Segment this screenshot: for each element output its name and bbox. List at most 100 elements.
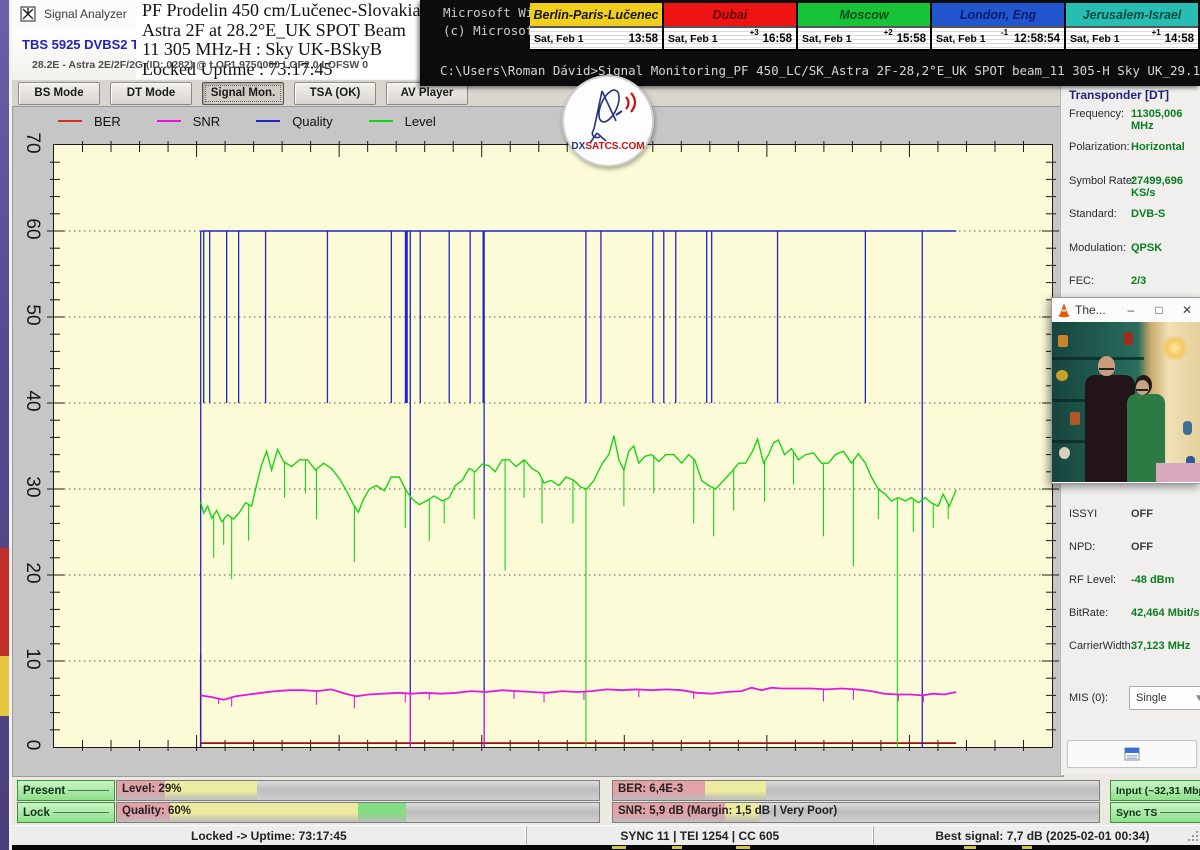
status-bar: Locked -> Uptime: 73:17:45SYNC 11 | TEI … [12, 825, 1200, 846]
svg-text:DXSATCS.COM: DXSATCS.COM [571, 141, 644, 152]
series-snr [201, 688, 957, 747]
disk-icon [1124, 747, 1140, 761]
vlc-video-frame[interactable] [1052, 322, 1200, 482]
background-red-fragment [0, 548, 9, 656]
clock-time-row: Sat, Feb 115:58+2 [798, 28, 930, 49]
chart-area: BERSNRQualityLevel 010203040506070 [12, 106, 1064, 777]
vlc-minimize-button[interactable]: – [1117, 303, 1145, 317]
satellite-dish-icon [590, 87, 623, 143]
series-level [201, 436, 957, 747]
panel-label-fec: FEC: [1069, 275, 1094, 287]
clock-time: 15:58+2 [897, 33, 926, 45]
legend-item-snr: SNR [157, 114, 220, 129]
clock-moscow: MoscowSat, Feb 115:58+2 [798, 3, 930, 51]
gauge-label: BER: 6,4E-3 [618, 783, 683, 795]
clock-city-label: London, Eng [932, 3, 1064, 28]
panel-label-rf-level: RF Level: [1069, 574, 1116, 586]
shelf-item [1058, 335, 1068, 347]
dxsatcs-logo: DXSATCS.COM [562, 75, 654, 167]
clock-city-label: Berlin-Paris-Lučenec [530, 3, 662, 28]
shelf-item [1059, 447, 1070, 459]
tuner-info: 28.2E - Astra 2E/2F/2G (ID: 0282) @ LOF1… [32, 59, 368, 71]
status-box-input-32-31-mbps: Input (~32,31 Mbps) [1110, 780, 1200, 801]
panel-label-standard: Standard: [1069, 208, 1117, 220]
toolbar-button-tsa-ok[interactable]: TSA (OK) [294, 82, 376, 105]
clock-time-row: Sat, Feb 113:58 [530, 28, 662, 49]
legend-swatch-ber [58, 120, 82, 122]
clock-time: 16:58+3 [763, 33, 792, 45]
clock-date: Sat, Feb 1 [668, 33, 718, 45]
resize-grip[interactable] [1186, 829, 1198, 841]
legend-label: SNR [193, 114, 220, 129]
app-icon [20, 6, 36, 22]
signal-waves-icon [626, 93, 635, 112]
terminal-window[interactable]: Microsoft Wind (c) Microsoft C:\Users\Ro… [420, 0, 1200, 86]
clock-time: 13:58 [629, 33, 658, 45]
y-tick-label-0: 0 [21, 732, 43, 758]
clock-time-row: Sat, Feb 1 12:58:54-1 [932, 28, 1064, 49]
chevron-down-icon: ▼ [1194, 693, 1200, 704]
signal-chart [54, 145, 1052, 747]
mis-value: Single [1136, 692, 1167, 704]
vlc-window-title: The... [1075, 303, 1117, 317]
gauge-segment [705, 781, 766, 800]
shelf-item [1124, 332, 1133, 345]
legend-swatch-level [369, 120, 393, 122]
glasses-icon [1099, 368, 1114, 374]
gauge-snr: SNR: 5,9 dB (Margin: 1,5 dB | Very Poor) [612, 802, 1100, 823]
shelf-item [1056, 370, 1068, 381]
legend-label: Quality [292, 114, 332, 129]
mis-dropdown[interactable]: Single ▼ [1129, 686, 1200, 710]
clock-utc-offset: -1 [1001, 28, 1008, 37]
panel-value-polarization: Horizontal [1131, 141, 1185, 153]
desktop-strip [12, 845, 1200, 850]
shelf-item [1070, 412, 1080, 425]
toolbar-button-dt-mode[interactable]: DT Mode [110, 82, 192, 105]
gauge-segment [358, 803, 406, 822]
vlc-close-button[interactable]: ✕ [1173, 303, 1200, 317]
clock-time: 14:58+1 [1165, 33, 1194, 45]
gauge-segment [170, 803, 358, 822]
legend-label: Level [405, 114, 436, 129]
y-tick-label-20: 20 [21, 560, 43, 586]
clock-city-label: Jerusalem-Israel [1066, 3, 1198, 28]
caption-line-2: Astra 2F at 28.2°E_UK SPOT Beam [142, 21, 438, 41]
signal-plot [53, 144, 1053, 748]
panel-label-npd: NPD: [1069, 541, 1095, 553]
status-segment-1: Locked -> Uptime: 73:17:45 [12, 826, 527, 846]
panel-title: Transponder [DT] [1069, 88, 1169, 102]
panel-label-issyi: ISSYI [1069, 508, 1097, 520]
caption-line-1: PF Prodelin 450 cm/Lučenec-Slovakia [142, 1, 438, 21]
legend-label: BER [94, 114, 121, 129]
y-tick-label-60: 60 [21, 216, 43, 242]
panel-value-bitrate: 42,464 Mbit/s [1131, 607, 1199, 619]
gauge-label: Level: 29% [122, 783, 181, 795]
toolbar-button-signal-mon[interactable]: Signal Mon. [202, 82, 284, 105]
legend-item-ber: BER [58, 114, 121, 129]
clock-time: 12:58:54-1 [1014, 33, 1060, 45]
clock-london-eng: London, Eng Sat, Feb 1 12:58:54-1 [932, 3, 1064, 51]
gauge-level: Level: 29% [116, 780, 600, 801]
vlc-window[interactable]: The... – □ ✕ [1051, 297, 1200, 484]
gauge-label: Quality: 60% [122, 805, 191, 817]
panel-value-symbol-rate: 27499,696 KS/s [1131, 175, 1200, 199]
panel-value-fec: 2/3 [1131, 275, 1146, 287]
panel-value-issyi: OFF [1131, 508, 1153, 520]
toolbar-button-bs-mode[interactable]: BS Mode [18, 82, 100, 105]
clock-date: Sat, Feb 1 [936, 33, 986, 45]
mis-label: MIS (0): [1069, 692, 1108, 704]
window-title: Signal Analyzer [44, 7, 127, 21]
y-tick-label-40: 40 [21, 388, 43, 414]
logo-text-blue: DX [571, 141, 585, 152]
y-tick-label-10: 10 [21, 646, 43, 672]
vlc-maximize-button[interactable]: □ [1145, 303, 1173, 317]
clock-jerusalem-israel: Jerusalem-IsraelSat, Feb 114:58+1 [1066, 3, 1198, 51]
shelf-item [1183, 421, 1192, 435]
vlc-title-bar: The... – □ ✕ [1052, 298, 1200, 322]
status-box-sync-ts: Sync TS [1110, 802, 1200, 823]
panel-label-symbol-rate: Symbol Rate: [1069, 175, 1135, 187]
panel-save-button[interactable] [1067, 740, 1197, 768]
clock-utc-offset: +3 [750, 28, 759, 37]
gauge-ber: BER: 6,4E-3 [612, 780, 1100, 801]
panel-value-carrierwidth: 37,123 MHz [1131, 640, 1190, 652]
